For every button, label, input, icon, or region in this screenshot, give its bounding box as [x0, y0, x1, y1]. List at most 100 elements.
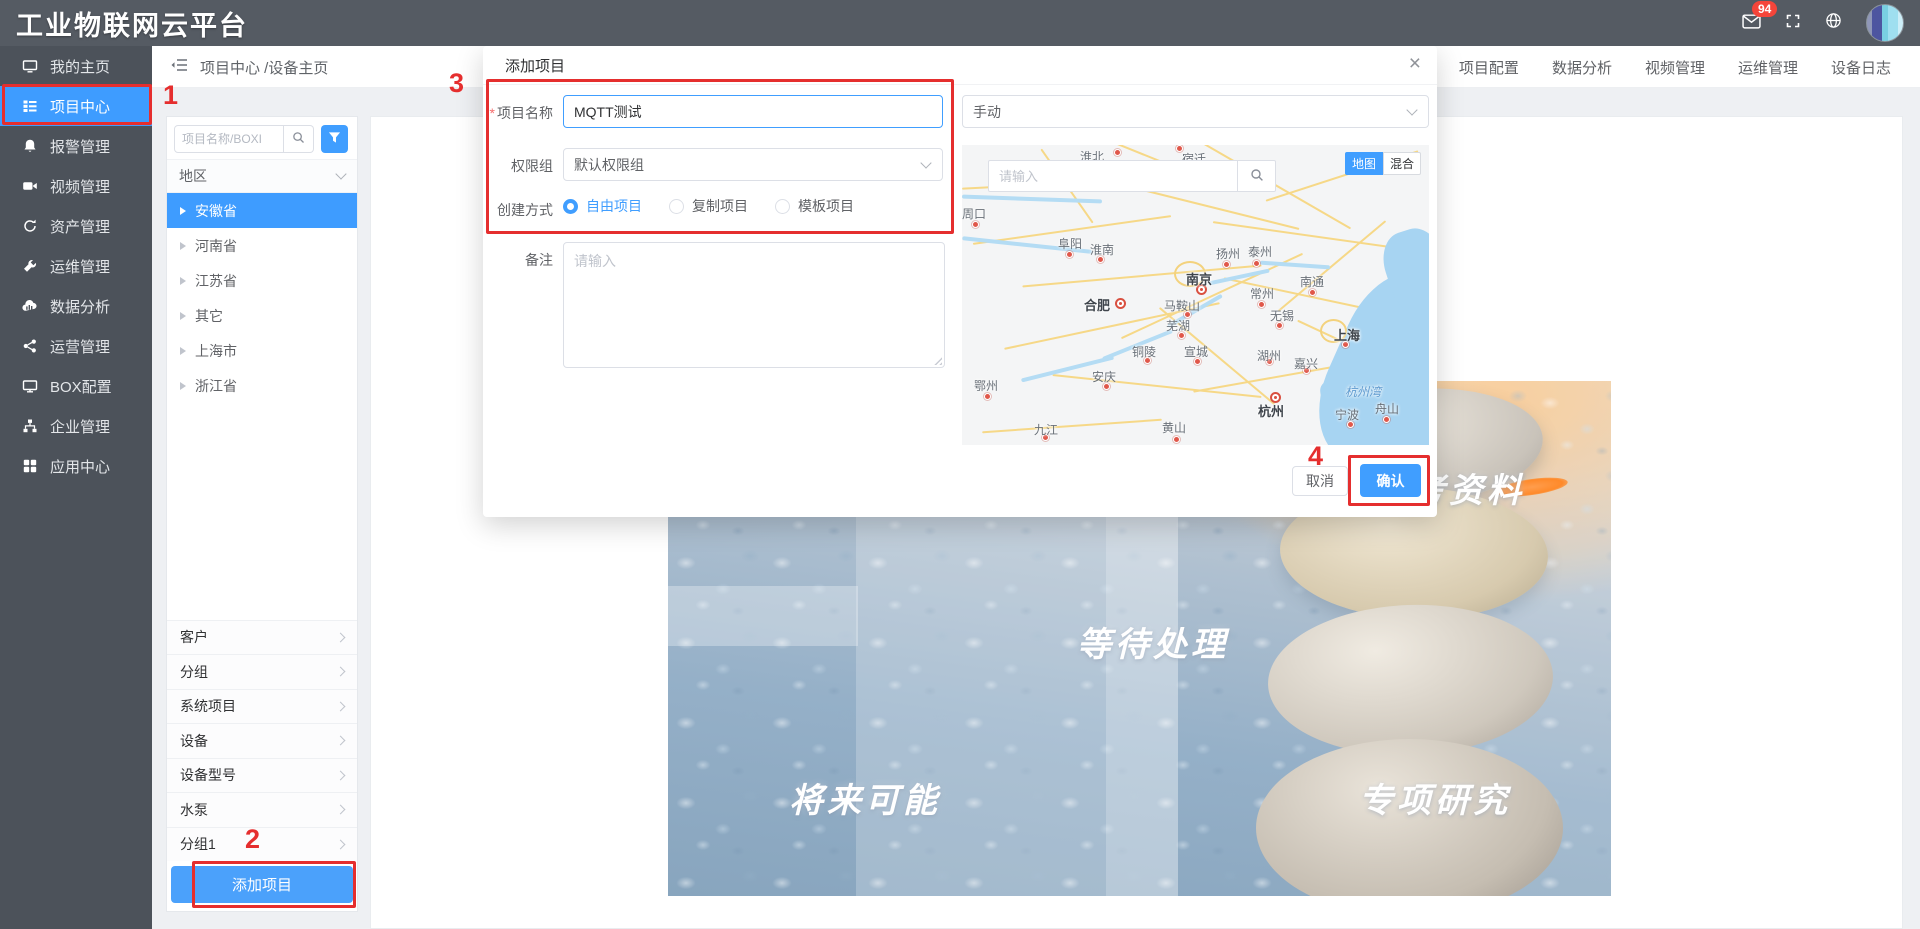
map-city-label: 杭州湾 [1345, 383, 1381, 400]
breadcrumb: 项目中心 /设备主页 [170, 46, 328, 88]
cancel-button[interactable]: 取消 [1292, 466, 1348, 496]
map-city-label: 常州 [1250, 285, 1274, 302]
map-marker [1309, 289, 1316, 296]
map-canvas[interactable]: 地图混合 淮北宿迁周口阜阳淮南扬州泰州南京南通常州合肥马鞍山无锡芜湖上海铜陵宣城… [962, 145, 1429, 445]
app-title: 工业物联网云平台 [16, 4, 248, 43]
sidebar-item-box[interactable]: BOX配置 [0, 366, 152, 406]
add-project-modal: 添加项目 × *项目名称 权限组 默认权限组 创建方式 自由项目复制项目模板项目… [483, 46, 1437, 517]
search-button[interactable] [284, 125, 314, 153]
sidebar-item-enterprise[interactable]: 企业管理 [0, 406, 152, 446]
map-city-label: 舟山 [1375, 400, 1399, 417]
locate-mode-select[interactable]: 手动 [962, 95, 1429, 128]
project-tree-panel: 地区 安徽省河南省江苏省其它上海市浙江省 客户分组系统项目设备设备型号水泵分组1… [166, 116, 358, 912]
radio-label: 复制项目 [692, 196, 748, 216]
map-city-label: 鄂州 [974, 377, 998, 394]
map-city-label: 芜湖 [1166, 317, 1190, 334]
region-item[interactable]: 河南省 [167, 228, 357, 263]
kanban-column-band [668, 586, 858, 646]
map-marker [1115, 298, 1126, 309]
sidebar-item-home[interactable]: 我的主页 [0, 46, 152, 86]
tab-设备日志[interactable]: 设备日志 [1831, 57, 1891, 78]
map-city-label: 阜阳 [1058, 235, 1082, 252]
radio-复制项目[interactable]: 复制项目 [669, 196, 748, 216]
tab-视频管理[interactable]: 视频管理 [1645, 57, 1705, 78]
project-grid-icon [21, 98, 38, 115]
map-search-input[interactable] [988, 160, 1238, 192]
fullscreen-button[interactable] [1785, 13, 1801, 34]
filter-button[interactable] [321, 125, 348, 153]
avatar[interactable] [1866, 4, 1904, 42]
region-accordion-header[interactable]: 地区 [167, 159, 357, 193]
sidebar-item-label: 报警管理 [50, 136, 110, 157]
section-水泵[interactable]: 水泵 [167, 792, 357, 827]
region-item[interactable]: 其它 [167, 298, 357, 333]
chevron-down-icon [920, 157, 931, 168]
layer-button-地图[interactable]: 地图 [1345, 152, 1383, 175]
map-city-label: 泰州 [1248, 243, 1272, 260]
monitor-icon [21, 58, 38, 75]
caret-right-icon [180, 277, 186, 285]
map-city-label: 宣城 [1184, 343, 1208, 360]
chevron-down-icon [335, 168, 346, 179]
map-search-button[interactable] [1238, 160, 1276, 192]
sidebar: 我的主页项目中心报警管理视频管理资产管理运维管理数据分析运营管理BOX配置企业管… [0, 46, 152, 929]
language-button[interactable] [1825, 12, 1842, 34]
topbar-actions: 94 [1742, 0, 1904, 46]
kanban-card-title: 将来可能 [789, 773, 941, 822]
tab-数据分析[interactable]: 数据分析 [1552, 57, 1612, 78]
chevron-right-icon [336, 632, 346, 642]
sidebar-item-video[interactable]: 视频管理 [0, 166, 152, 206]
messages-button[interactable]: 94 [1742, 13, 1761, 34]
modal-title: 添加项目 [505, 55, 565, 76]
permission-group-select[interactable]: 默认权限组 [563, 148, 943, 181]
sidebar-item-projects[interactable]: 项目中心 [0, 86, 152, 126]
map-city-label: 淮南 [1090, 241, 1114, 258]
sidebar-item-assets[interactable]: 资产管理 [0, 206, 152, 246]
remark-textarea[interactable] [563, 242, 945, 368]
radio-icon [669, 199, 684, 214]
map-marker [1173, 436, 1180, 443]
map-city-label: 铜陵 [1132, 343, 1156, 360]
sidebar-item-data[interactable]: 数据分析 [0, 286, 152, 326]
org-tree-icon [21, 418, 38, 435]
sidebar-item-alarms[interactable]: 报警管理 [0, 126, 152, 166]
region-label: 安徽省 [195, 201, 237, 221]
section-分组[interactable]: 分组 [167, 654, 357, 689]
region-item[interactable]: 上海市 [167, 333, 357, 368]
section-系统项目[interactable]: 系统项目 [167, 689, 357, 724]
section-设备型号[interactable]: 设备型号 [167, 758, 357, 793]
map-city-label: 无锡 [1270, 307, 1294, 324]
radio-自由项目[interactable]: 自由项目 [563, 196, 642, 216]
region-item[interactable]: 安徽省 [167, 193, 357, 228]
close-icon[interactable]: × [1409, 53, 1421, 74]
sidebar-item-apps[interactable]: 应用中心 [0, 446, 152, 486]
map-city-label: 九江 [1034, 421, 1058, 438]
region-item[interactable]: 江苏省 [167, 263, 357, 298]
project-search-input[interactable] [174, 125, 284, 153]
confirm-button[interactable]: 确认 [1360, 464, 1421, 497]
layer-button-混合[interactable]: 混合 [1383, 152, 1421, 175]
tab-项目配置[interactable]: 项目配置 [1459, 57, 1519, 78]
chevron-right-icon [336, 805, 346, 815]
add-project-button[interactable]: 添加项目 [171, 866, 353, 903]
radio-模板项目[interactable]: 模板项目 [775, 196, 854, 216]
tab-运维管理[interactable]: 运维管理 [1738, 57, 1798, 78]
section-label: 分组1 [180, 834, 216, 854]
collapse-sidebar-icon[interactable] [170, 58, 188, 76]
sidebar-item-operation[interactable]: 运营管理 [0, 326, 152, 366]
region-item[interactable]: 浙江省 [167, 368, 357, 403]
map-marker [1253, 260, 1260, 267]
region-header-label: 地区 [179, 166, 207, 186]
map-city-label: 扬州 [1216, 245, 1240, 262]
project-name-input[interactable] [563, 95, 943, 128]
sidebar-item-ops[interactable]: 运维管理 [0, 246, 152, 286]
group-field-label: 权限组 [483, 156, 553, 176]
caret-right-icon [180, 207, 186, 215]
wrench-icon [21, 258, 38, 275]
page: 工业物联网云平台 94 我的主页项目中心报警管理视频管理资产管理运维管理数据分析… [0, 0, 1920, 929]
section-客户[interactable]: 客户 [167, 620, 357, 655]
section-分组1[interactable]: 分组1 [167, 827, 357, 862]
map-city-label: 杭州 [1258, 401, 1284, 420]
section-设备[interactable]: 设备 [167, 723, 357, 758]
kanban-card-title: 等待处理 [1077, 617, 1229, 666]
